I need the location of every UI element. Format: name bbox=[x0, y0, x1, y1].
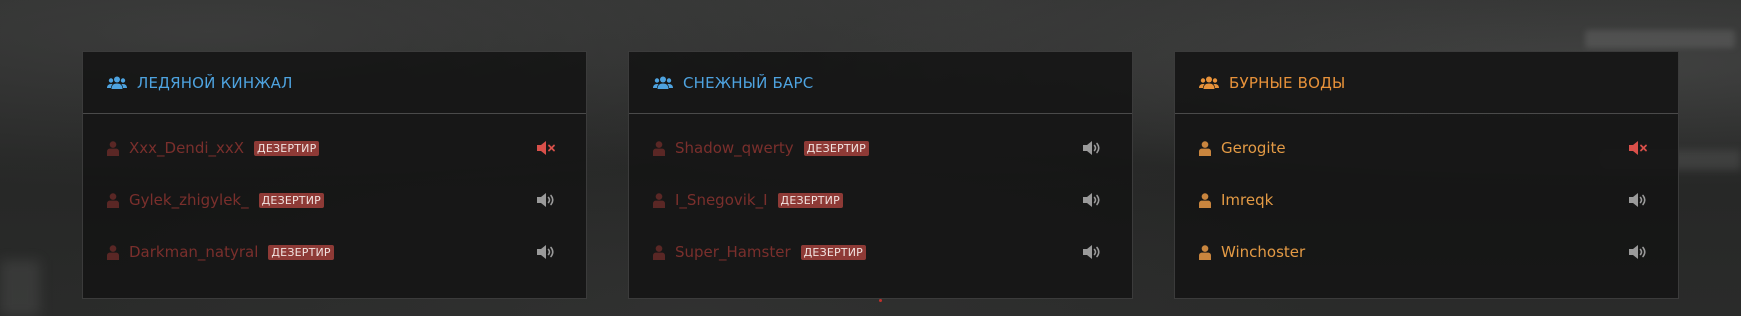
team-name: ЛЕДЯНОЙ КИНЖАЛ bbox=[137, 73, 293, 92]
deserter-badge: ДЕЗЕРТИР bbox=[800, 244, 866, 260]
team-panel-3: БУРНЫЕ ВОДЫ Gerogite Imreqk Winchoster bbox=[1174, 51, 1679, 299]
player-row: Gerogite bbox=[1199, 136, 1654, 160]
users-icon bbox=[653, 76, 673, 89]
person-icon bbox=[653, 140, 665, 156]
player-name: Super_Hamster bbox=[675, 243, 791, 261]
volume-icon[interactable] bbox=[1628, 244, 1648, 260]
volume-muted-icon[interactable] bbox=[1628, 140, 1648, 156]
team-header: БУРНЫЕ ВОДЫ bbox=[1175, 52, 1678, 114]
player-name: Darkman_natyral bbox=[129, 243, 259, 261]
team-header: СНЕЖНЫЙ БАРС bbox=[629, 52, 1132, 114]
volume-icon[interactable] bbox=[536, 192, 556, 208]
volume-icon[interactable] bbox=[1082, 244, 1102, 260]
player-name: Gerogite bbox=[1221, 139, 1286, 157]
volume-icon[interactable] bbox=[1082, 140, 1102, 156]
users-icon bbox=[1199, 76, 1219, 89]
person-icon bbox=[653, 244, 665, 260]
player-row: Super_Hamster ДЕЗЕРТИР bbox=[653, 240, 1108, 264]
player-list: Xxx_Dendi_xxX ДЕЗЕРТИР Gylek_zhigylek_ Д… bbox=[83, 114, 586, 299]
player-row: Shadow_qwerty ДЕЗЕРТИР bbox=[653, 136, 1108, 160]
team-name: БУРНЫЕ ВОДЫ bbox=[1229, 73, 1346, 92]
player-row: Gylek_zhigylek_ ДЕЗЕРТИР bbox=[107, 188, 562, 212]
deserter-badge: ДЕЗЕРТИР bbox=[258, 192, 324, 208]
person-icon bbox=[1199, 244, 1211, 260]
player-row: Winchoster bbox=[1199, 240, 1654, 264]
team-panel-2: СНЕЖНЫЙ БАРС Shadow_qwerty ДЕЗЕРТИР I_Sn… bbox=[628, 51, 1133, 299]
red-dot-marker bbox=[879, 299, 882, 302]
person-icon bbox=[107, 140, 119, 156]
player-row: Xxx_Dendi_xxX ДЕЗЕРТИР bbox=[107, 136, 562, 160]
person-icon bbox=[107, 192, 119, 208]
player-list: Gerogite Imreqk Winchoster bbox=[1175, 114, 1678, 299]
player-row: I_Snegovik_I ДЕЗЕРТИР bbox=[653, 188, 1108, 212]
volume-icon[interactable] bbox=[536, 244, 556, 260]
player-name: I_Snegovik_I bbox=[675, 191, 768, 209]
person-icon bbox=[107, 244, 119, 260]
users-icon bbox=[107, 76, 127, 89]
deserter-badge: ДЕЗЕРТИР bbox=[777, 192, 843, 208]
player-name: Gylek_zhigylek_ bbox=[129, 191, 249, 209]
volume-icon[interactable] bbox=[1082, 192, 1102, 208]
background-blur bbox=[1585, 30, 1735, 48]
deserter-badge: ДЕЗЕРТИР bbox=[803, 140, 870, 156]
volume-icon[interactable] bbox=[1628, 192, 1648, 208]
deserter-badge: ДЕЗЕРТИР bbox=[268, 244, 334, 260]
player-row: Imreqk bbox=[1199, 188, 1654, 212]
player-row: Darkman_natyral ДЕЗЕРТИР bbox=[107, 240, 562, 264]
team-panel-1: ЛЕДЯНОЙ КИНЖАЛ Xxx_Dendi_xxX ДЕЗЕРТИР Gy… bbox=[82, 51, 587, 299]
volume-muted-icon[interactable] bbox=[536, 140, 556, 156]
deserter-badge: ДЕЗЕРТИР bbox=[254, 140, 320, 156]
person-icon bbox=[1199, 192, 1211, 208]
background-blur bbox=[0, 260, 40, 316]
player-name: Shadow_qwerty bbox=[675, 139, 794, 157]
player-name: Xxx_Dendi_xxX bbox=[129, 139, 245, 157]
person-icon bbox=[1199, 140, 1211, 156]
player-name: Imreqk bbox=[1221, 191, 1274, 209]
player-list: Shadow_qwerty ДЕЗЕРТИР I_Snegovik_I ДЕЗЕ… bbox=[629, 114, 1132, 299]
team-header: ЛЕДЯНОЙ КИНЖАЛ bbox=[83, 52, 586, 114]
player-name: Winchoster bbox=[1221, 243, 1306, 261]
team-name: СНЕЖНЫЙ БАРС bbox=[683, 73, 814, 92]
person-icon bbox=[653, 192, 665, 208]
